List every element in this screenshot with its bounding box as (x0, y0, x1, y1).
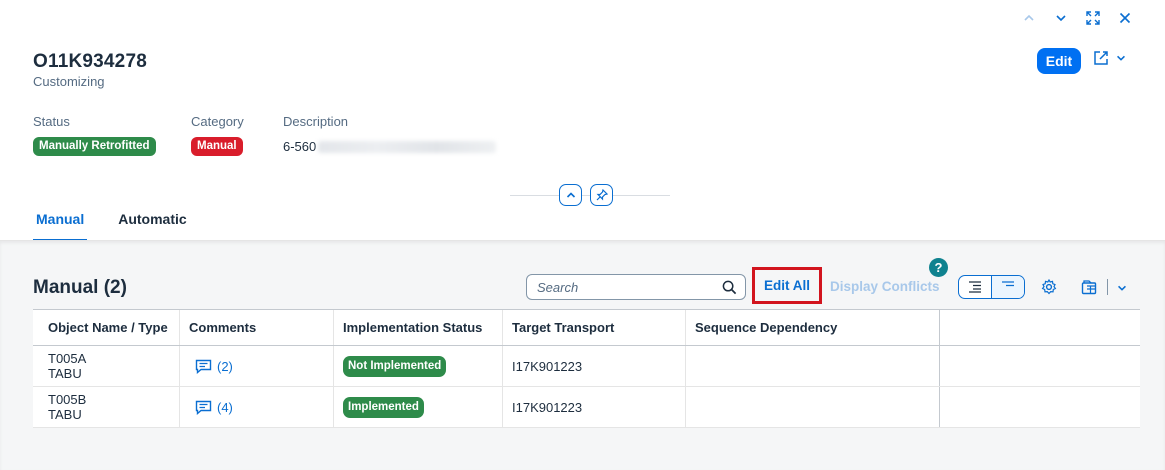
collapse-header-button[interactable] (559, 184, 582, 206)
share-button[interactable] (1093, 50, 1127, 66)
column-header[interactable]: Object Name / Type (33, 310, 180, 345)
header-nav (1013, 8, 1141, 28)
comment-icon (195, 359, 212, 374)
comments-link[interactable]: (2) (195, 359, 233, 374)
expand-rows-button[interactable] (959, 276, 991, 298)
column-header-filler (940, 310, 1140, 345)
table-row[interactable]: T005B TABU (4) Implemented I17K901223 (33, 387, 1140, 428)
list-icon (969, 281, 981, 293)
target-transport: I17K901223 (503, 387, 686, 427)
search-icon[interactable] (722, 280, 737, 295)
object-name: T005B (48, 392, 87, 407)
category-attribute: Category Manual (191, 114, 244, 156)
spreadsheet-icon (1081, 280, 1097, 295)
collapse-rows-button[interactable] (991, 276, 1024, 298)
chevron-up-icon (1024, 14, 1034, 21)
chevron-down-icon (1056, 15, 1066, 22)
status-attribute: Status Manually Retrofitted (33, 114, 156, 156)
redacted-text (318, 140, 497, 153)
status-badge: Manually Retrofitted (33, 137, 156, 156)
column-header[interactable]: Implementation Status (334, 310, 503, 345)
comment-count: (4) (217, 399, 233, 415)
description-label: Description (283, 114, 349, 129)
comment-icon (195, 400, 212, 415)
page-subtitle: Customizing (33, 74, 105, 89)
description-value: 6-560 (283, 139, 317, 154)
table-row[interactable]: T005A TABU (2) Not Implemented I17K90122… (33, 346, 1140, 387)
page-title: O11K934278 (33, 51, 147, 72)
gear-icon (1041, 278, 1057, 295)
pin-icon (596, 189, 608, 201)
column-header[interactable]: Target Transport (503, 310, 686, 345)
category-badge: Manual (191, 137, 243, 156)
table-header-row: Object Name / Type Comments Implementati… (33, 310, 1140, 346)
chevron-down-icon (1118, 285, 1126, 291)
edit-all-button[interactable]: Edit All (752, 267, 822, 304)
search-field[interactable] (526, 274, 746, 300)
description-attribute: Description 6-560 (283, 114, 497, 154)
object-type: TABU (48, 366, 82, 381)
expand-icon (1086, 11, 1100, 25)
search-input[interactable] (537, 279, 722, 295)
chevron-up-icon (566, 192, 575, 198)
help-icon[interactable]: ? (929, 258, 948, 277)
close-icon (1119, 12, 1131, 24)
chevron-down-icon (1117, 55, 1125, 61)
settings-button[interactable] (1041, 278, 1057, 300)
object-name: T005A (48, 351, 87, 366)
export-button[interactable] (1081, 279, 1097, 300)
display-conflicts-button[interactable]: Display Conflicts (830, 279, 940, 294)
fullscreen-button[interactable] (1077, 8, 1109, 28)
comments-link[interactable]: (4) (195, 400, 233, 415)
condensed-list-icon (1002, 281, 1014, 287)
target-transport: I17K901223 (503, 346, 686, 386)
close-button[interactable] (1109, 8, 1141, 28)
object-type: TABU (48, 407, 82, 422)
export-menu-button[interactable] (1116, 281, 1128, 299)
comment-count: (2) (217, 358, 233, 374)
objects-table: Object Name / Type Comments Implementati… (33, 309, 1140, 428)
tab-manual[interactable]: Manual (33, 211, 88, 242)
view-mode-toggle (958, 275, 1025, 299)
implementation-status-badge: Not Implemented (343, 355, 447, 377)
previous-item-button[interactable] (1013, 8, 1045, 28)
toolbar-separator (1107, 279, 1108, 295)
section-title: Manual (2) (33, 277, 127, 298)
tab-bar: Manual Automatic (33, 211, 190, 242)
status-label: Status (33, 114, 70, 129)
column-header[interactable]: Comments (180, 310, 334, 345)
sequence-dependency (686, 387, 940, 427)
implementation-status-badge: Implemented (343, 396, 424, 418)
share-icon (1094, 51, 1108, 65)
pin-header-button[interactable] (590, 184, 613, 206)
tab-automatic[interactable]: Automatic (115, 211, 189, 242)
edit-button[interactable]: Edit (1037, 48, 1081, 74)
sequence-dependency (686, 346, 940, 386)
column-header[interactable]: Sequence Dependency (686, 310, 940, 345)
category-label: Category (191, 114, 244, 129)
next-item-button[interactable] (1045, 8, 1077, 28)
